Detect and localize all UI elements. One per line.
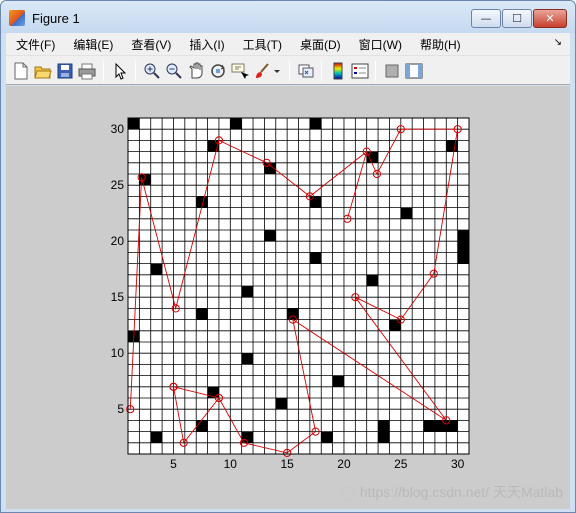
wechat-logo-icon: ◯ (340, 484, 356, 500)
obstacle-cell (321, 431, 333, 443)
obstacle-cell (150, 431, 163, 443)
y-tick-label: 5 (117, 402, 124, 416)
x-tick-label: 10 (224, 457, 238, 471)
toolbar-separator (135, 61, 136, 81)
x-tick-label: 20 (337, 457, 351, 471)
watermark: ◯ https://blog.csdn.net/ 天天Matlab (340, 482, 563, 502)
menu-view[interactable]: 查看(V) (122, 36, 180, 53)
brush-icon[interactable] (253, 62, 271, 80)
toolbar-separator (289, 61, 290, 81)
x-tick-label: 30 (451, 457, 465, 471)
brush-dropdown-icon[interactable] (272, 62, 282, 80)
plot-axes[interactable]: 5 10 15 20 25 30 5 10 15 20 25 30 (6, 86, 570, 509)
obstacle-cell (366, 151, 379, 163)
obstacle-cell (241, 353, 254, 365)
obstacle-cell (275, 398, 288, 410)
y-tick-label: 20 (111, 234, 125, 248)
pointer-icon[interactable] (111, 62, 129, 80)
new-figure-icon[interactable] (12, 62, 30, 80)
obstacle-cell (378, 431, 390, 443)
hide-plot-tools-icon[interactable] (383, 62, 401, 80)
matlab-logo-icon (9, 10, 25, 26)
print-icon[interactable] (78, 62, 96, 80)
toolbar-separator (103, 61, 104, 81)
show-plot-tools-icon[interactable] (405, 62, 423, 80)
obstacle-cell (457, 252, 469, 264)
obstacle-cell (150, 263, 163, 275)
menu-edit[interactable]: 编辑(E) (64, 36, 122, 53)
maximize-button[interactable]: ☐ (502, 9, 532, 28)
obstacle-cell (241, 286, 254, 298)
figure-canvas: 5 10 15 20 25 30 5 10 15 20 25 30 (6, 86, 570, 509)
menu-file[interactable]: 文件(F) (6, 36, 64, 53)
close-button[interactable]: ✕ (533, 9, 567, 28)
y-tick-label: 30 (111, 122, 125, 136)
minimize-button[interactable]: — (471, 9, 501, 28)
obstacle-cell (332, 375, 344, 387)
figure-toolbar (6, 55, 570, 85)
save-icon[interactable] (56, 62, 74, 80)
menu-bar: 文件(F) 编辑(E) 查看(V) 插入(I) 工具(T) 桌面(D) 窗口(W… (6, 33, 570, 55)
toolbar-separator (321, 61, 322, 81)
x-tick-label: 25 (394, 457, 408, 471)
obstacle-cell (423, 420, 435, 432)
title-bar: Figure 1 — ☐ ✕ (1, 1, 575, 33)
obstacle-cell (128, 118, 140, 130)
data-cursor-icon[interactable] (231, 62, 249, 80)
rotate-3d-icon[interactable] (209, 62, 227, 80)
obstacle-cell (400, 207, 413, 219)
obstacle-cell (446, 420, 458, 432)
grid-layer (127, 117, 470, 455)
toolbar-separator (375, 61, 376, 81)
window-title: Figure 1 (32, 11, 80, 26)
menu-tools[interactable]: 工具(T) (234, 36, 291, 53)
watermark-text: https://blog.csdn.net/ 天天Matlab (359, 484, 563, 500)
figure-window: Figure 1 — ☐ ✕ 文件(F) 编辑(E) 查看(V) 插入(I) 工… (0, 0, 576, 513)
obstacle-cell (366, 274, 379, 286)
y-tick-label: 25 (111, 178, 125, 192)
pan-icon[interactable] (187, 62, 205, 80)
obstacle-cell (309, 196, 322, 208)
obstacle-cell (196, 308, 208, 320)
x-tick-label: 5 (170, 457, 177, 471)
y-tick-label: 15 (111, 290, 125, 304)
obstacle-cell (434, 420, 447, 432)
dock-arrow-icon[interactable]: ↘ (554, 37, 562, 48)
open-icon[interactable] (34, 62, 52, 80)
obstacle-cell (457, 230, 469, 242)
link-icon[interactable] (297, 62, 315, 80)
obstacle-cell (230, 118, 242, 130)
obstacle-cell (196, 420, 208, 432)
obstacle-cell (264, 230, 276, 242)
y-tick-label: 10 (111, 346, 125, 360)
menu-insert[interactable]: 插入(I) (180, 36, 233, 53)
obstacle-cell (287, 308, 299, 320)
colorbar-icon[interactable] (329, 62, 347, 80)
zoom-out-icon[interactable] (165, 62, 183, 80)
obstacle-cell (309, 118, 322, 130)
obstacle-cell (378, 420, 390, 432)
zoom-in-icon[interactable] (143, 62, 161, 80)
obstacle-cell (457, 241, 469, 253)
obstacle-cell (309, 252, 322, 264)
x-tick-label: 15 (280, 457, 294, 471)
menu-window[interactable]: 窗口(W) (350, 36, 411, 53)
obstacle-cell (389, 319, 401, 331)
menu-desktop[interactable]: 桌面(D) (291, 36, 350, 53)
menu-help[interactable]: 帮助(H) (411, 36, 470, 53)
legend-icon[interactable] (351, 62, 369, 80)
